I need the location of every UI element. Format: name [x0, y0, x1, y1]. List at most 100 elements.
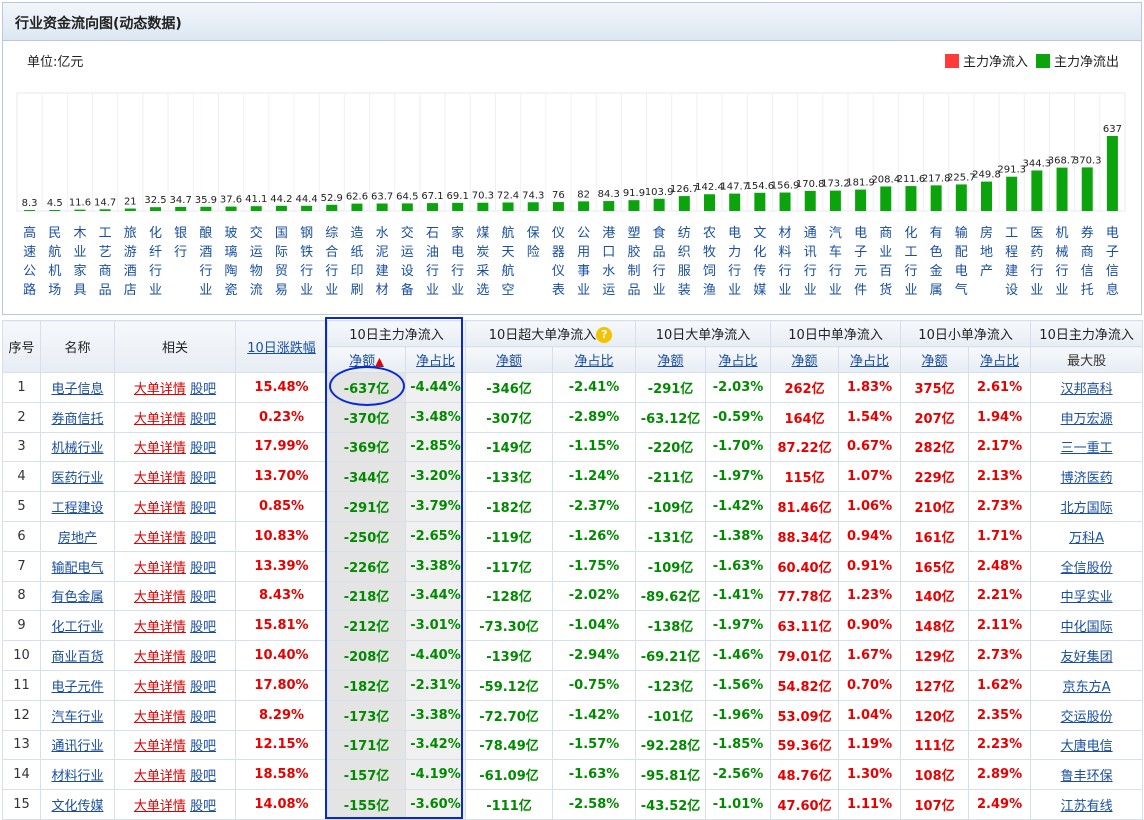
- category-tick-label[interactable]: 讯: [804, 245, 817, 260]
- top-stock-link[interactable]: 中孚实业: [1061, 590, 1113, 605]
- forum-link[interactable]: 股吧: [190, 561, 216, 576]
- top-stock-link[interactable]: 申万宏源: [1061, 412, 1113, 427]
- category-tick-label[interactable]: 交: [250, 225, 263, 241]
- detail-link[interactable]: 大单详情: [134, 590, 186, 605]
- category-tick-label[interactable]: 工: [1005, 226, 1018, 241]
- chart-bar[interactable]: [1031, 170, 1043, 211]
- industry-name-cell[interactable]: 券商信托: [40, 401, 115, 433]
- top-stock-link[interactable]: 汉邦高科: [1061, 382, 1113, 397]
- chart-bar[interactable]: [678, 196, 690, 211]
- chart-bar[interactable]: [301, 205, 313, 211]
- detail-link[interactable]: 大单详情: [134, 561, 186, 576]
- category-tick-label[interactable]: 空: [502, 283, 515, 298]
- category-tick-label[interactable]: 路: [23, 282, 36, 298]
- category-tick-label[interactable]: 品: [627, 283, 640, 298]
- category-tick-label[interactable]: 纸: [350, 245, 363, 260]
- category-tick-label[interactable]: 业: [325, 283, 338, 298]
- detail-link[interactable]: 大单详情: [134, 650, 186, 665]
- category-tick-label[interactable]: 织: [678, 245, 691, 260]
- category-tick-label[interactable]: 建: [376, 264, 389, 279]
- top-stock-cell[interactable]: 中化国际: [1030, 610, 1144, 642]
- top-stock-cell[interactable]: 申万宏源: [1030, 401, 1144, 433]
- category-tick-label[interactable]: 港: [602, 226, 615, 241]
- category-tick-label[interactable]: 备: [401, 282, 414, 298]
- category-tick-label[interactable]: 制: [627, 264, 640, 279]
- detail-link[interactable]: 大单详情: [134, 382, 186, 397]
- category-tick-label[interactable]: 力: [728, 245, 741, 260]
- detail-link[interactable]: 大单详情: [134, 710, 186, 725]
- top-stock-cell[interactable]: 北方国际: [1030, 491, 1144, 522]
- category-tick-label[interactable]: 气: [955, 282, 968, 298]
- category-tick-label[interactable]: 速: [23, 245, 36, 260]
- category-tick-label[interactable]: 璃: [225, 245, 238, 260]
- chart-bar[interactable]: [74, 209, 86, 211]
- forum-link[interactable]: 股吧: [190, 590, 216, 605]
- category-tick-label[interactable]: 行: [300, 264, 313, 279]
- category-tick-label[interactable]: 采: [476, 264, 489, 279]
- top-stock-link[interactable]: 三一重工: [1061, 441, 1113, 456]
- chart-bar[interactable]: [351, 203, 363, 211]
- category-tick-label[interactable]: 行: [779, 264, 792, 279]
- industry-name-cell[interactable]: 电子信息: [40, 372, 115, 403]
- top-stock-cell[interactable]: 大唐电信: [1030, 729, 1144, 761]
- sort-main-pct[interactable]: 净占比: [404, 346, 467, 373]
- category-tick-label[interactable]: 行: [199, 264, 212, 279]
- category-tick-label[interactable]: 业: [879, 245, 892, 260]
- forum-link[interactable]: 股吧: [190, 799, 216, 814]
- top-stock-link[interactable]: 京东方A: [1063, 680, 1111, 695]
- category-tick-label[interactable]: 流: [250, 283, 263, 298]
- forum-link[interactable]: 股吧: [190, 769, 216, 784]
- category-tick-label[interactable]: 工: [904, 245, 917, 260]
- top-stock-cell[interactable]: 博济医药: [1030, 461, 1144, 493]
- category-tick-label[interactable]: 行: [1056, 264, 1069, 279]
- category-tick-label[interactable]: 业: [426, 283, 439, 298]
- top-stock-link[interactable]: 博济医药: [1061, 471, 1113, 486]
- category-tick-label[interactable]: 行: [904, 264, 917, 279]
- category-tick-label[interactable]: 高: [23, 225, 36, 241]
- category-tick-label[interactable]: 运: [401, 245, 414, 260]
- sort-s-amt[interactable]: 净额: [900, 346, 970, 373]
- industry-name-cell[interactable]: 化工行业: [40, 610, 115, 642]
- category-tick-label[interactable]: 百: [879, 264, 892, 279]
- detail-link[interactable]: 大单详情: [134, 441, 186, 456]
- chart-bar[interactable]: [250, 206, 262, 211]
- industry-name-link[interactable]: 医药行业: [51, 471, 103, 486]
- category-tick-label[interactable]: 表: [552, 283, 565, 298]
- chart-bar[interactable]: [628, 200, 640, 211]
- category-tick-label[interactable]: 保: [527, 226, 540, 241]
- category-tick-label[interactable]: 品: [99, 283, 112, 298]
- category-tick-label[interactable]: 食: [653, 225, 666, 241]
- top-stock-cell[interactable]: 鲁丰环保: [1030, 759, 1144, 791]
- chart-bar[interactable]: [552, 202, 564, 211]
- forum-link[interactable]: 股吧: [190, 739, 216, 754]
- forum-link[interactable]: 股吧: [190, 531, 216, 546]
- category-tick-label[interactable]: 家: [73, 263, 86, 279]
- category-tick-label[interactable]: 行: [1030, 264, 1043, 279]
- chart-bar[interactable]: [24, 210, 36, 211]
- industry-name-cell[interactable]: 材料行业: [40, 759, 115, 791]
- category-tick-label[interactable]: 文: [753, 226, 766, 241]
- category-tick-label[interactable]: 酿: [199, 225, 212, 241]
- category-tick-label[interactable]: 运: [250, 245, 263, 260]
- chart-bar[interactable]: [175, 206, 187, 211]
- category-tick-label[interactable]: 用: [577, 245, 590, 260]
- category-tick-label[interactable]: 物: [250, 264, 263, 279]
- category-tick-label[interactable]: 农: [703, 226, 716, 241]
- category-tick-label[interactable]: 商: [99, 264, 112, 279]
- top-stock-cell[interactable]: 中孚实业: [1030, 580, 1144, 612]
- chart-bar[interactable]: [880, 186, 892, 211]
- category-tick-label[interactable]: 水: [376, 226, 389, 241]
- category-tick-label[interactable]: 纤: [149, 245, 162, 260]
- chart-bar[interactable]: [1056, 167, 1068, 211]
- top-stock-link[interactable]: 友好集团: [1061, 650, 1113, 665]
- category-tick-label[interactable]: 行: [451, 264, 464, 279]
- category-tick-label[interactable]: 瓷: [225, 283, 238, 298]
- sort-chg-link[interactable]: 10日涨跌幅: [247, 341, 316, 356]
- category-tick-label[interactable]: 运: [602, 283, 615, 298]
- chart-bar[interactable]: [729, 193, 741, 211]
- forum-link[interactable]: 股吧: [190, 471, 216, 486]
- category-tick-label[interactable]: 信: [1081, 264, 1094, 279]
- sort-s-pct[interactable]: 净占比: [968, 346, 1032, 373]
- category-tick-label[interactable]: 车: [829, 244, 842, 260]
- category-tick-label[interactable]: 业: [1056, 283, 1069, 298]
